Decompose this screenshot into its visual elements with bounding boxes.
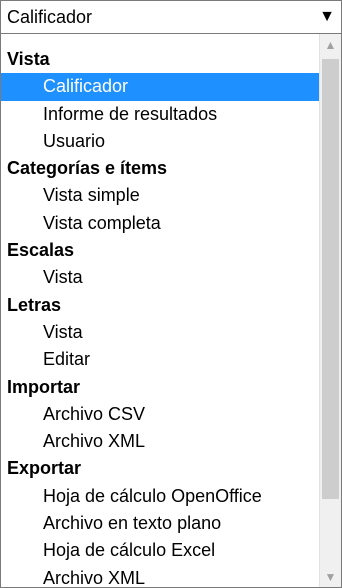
- select-value: Calificador: [7, 7, 93, 27]
- scrollbar-thumb[interactable]: [322, 59, 339, 499]
- optgroup-vista: Vista: [7, 49, 50, 69]
- option-letras-vista[interactable]: Vista: [1, 319, 319, 346]
- dropdown-list[interactable]: Vista Calificador Informe de resultados …: [0, 34, 342, 588]
- option-importar-archivo-csv[interactable]: Archivo CSV: [1, 401, 319, 428]
- option-vista-simple[interactable]: Vista simple: [1, 182, 319, 209]
- option-importar-archivo-xml[interactable]: Archivo XML: [1, 428, 319, 455]
- option-exportar-archivo-xml[interactable]: Archivo XML: [1, 565, 319, 587]
- optgroup-categorias-e-items: Categorías e ítems: [7, 158, 168, 179]
- dropdown-options: Vista Calificador Informe de resultados …: [1, 46, 319, 587]
- option-exportar-hoja-excel[interactable]: Hoja de cálculo Excel: [1, 537, 319, 564]
- option-calificador[interactable]: Calificador: [1, 73, 319, 101]
- option-usuario[interactable]: Usuario: [1, 128, 319, 155]
- option-exportar-texto-plano[interactable]: Archivo en texto plano: [1, 510, 319, 537]
- option-vista-completa[interactable]: Vista completa: [1, 210, 319, 237]
- scroll-down-arrow-icon[interactable]: ▼: [320, 566, 341, 587]
- optgroup-escalas: Escalas: [7, 240, 75, 261]
- option-letras-editar[interactable]: Editar: [1, 346, 319, 373]
- report-select[interactable]: Calificador ▼: [0, 0, 342, 34]
- vertical-scrollbar[interactable]: ▲ ▼: [319, 34, 341, 587]
- optgroup-letras: Letras: [7, 294, 62, 315]
- optgroup-exportar: Exportar: [7, 458, 82, 479]
- option-escalas-vista[interactable]: Vista: [1, 264, 319, 291]
- scroll-up-arrow-icon[interactable]: ▲: [320, 34, 341, 56]
- option-exportar-hoja-openoffice[interactable]: Hoja de cálculo OpenOffice: [1, 483, 319, 510]
- optgroup-importar: Importar: [7, 376, 81, 397]
- dropdown-arrow-icon[interactable]: ▼: [319, 8, 335, 26]
- option-informe-de-resultados[interactable]: Informe de resultados: [1, 101, 319, 128]
